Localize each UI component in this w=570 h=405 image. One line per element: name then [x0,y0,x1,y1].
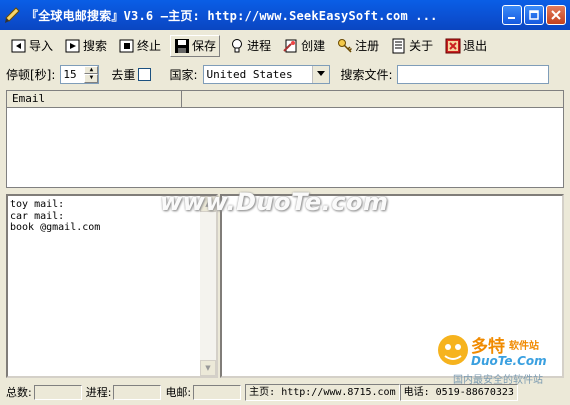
register-label: 注册 [355,39,380,53]
search-file-label: 搜索文件: [340,67,393,82]
search-label: 搜索 [83,39,108,53]
keywords-scrollbar[interactable]: ▲ ▼ [200,196,216,376]
total-label: 总数: [6,386,32,399]
key-icon [338,38,353,53]
phone-text: 电话: 0519-88670323 [399,383,518,401]
progress-label: 进程: [85,386,112,399]
search-button[interactable]: 搜索 [62,35,110,57]
pause-label: 停顿[秒]: [6,67,56,82]
close-icon [551,10,561,20]
register-button[interactable]: 注册 [334,35,382,57]
import-label: 导入 [29,39,54,53]
dedupe-label: 去重 [111,67,136,82]
total-value [33,384,82,400]
maximize-button[interactable] [524,5,544,25]
title-bar[interactable]: 『全球电邮搜索』V3.6 —主页: http://www.SeekEasySof… [0,0,570,30]
logo-en: DuoTe.Com [471,354,547,368]
save-label: 保存 [192,39,217,53]
app-window: 『全球电邮搜索』V3.6 —主页: http://www.SeekEasySof… [0,0,570,405]
country-value: United States [206,67,293,81]
import-icon [11,39,26,52]
spin-up-icon[interactable]: ▲ [84,65,99,74]
duote-mascot-icon [438,335,468,365]
minimize-button[interactable] [502,5,522,25]
country-select[interactable]: United States [203,64,331,84]
process-label: 进程 [247,39,272,53]
create-icon [283,39,297,52]
status-bar: 总数: 进程: 电邮: 主页: http://www.8715.com 电话: … [0,382,570,402]
about-button[interactable]: 关于 [388,35,436,57]
column-header-email[interactable]: Email [7,91,182,107]
options-bar: 停顿[秒]: 15 ▲ ▼ 去重 国家: United States 搜索文件: [0,62,570,86]
about-label: 关于 [409,39,434,53]
save-button[interactable]: 保存 [170,34,221,57]
duote-logo: 多特 软件站 DuoTe.Com 国内最安全的软件站 [433,330,558,386]
progress-value [113,384,162,400]
process-button[interactable]: 进程 [226,35,274,57]
search-play-icon [65,39,80,52]
create-button[interactable]: 创建 [280,35,328,57]
minimize-icon [508,17,515,19]
stop-button[interactable]: 终止 [116,35,164,57]
process-bulb-icon [232,38,243,52]
email-count-value [193,384,242,400]
import-button[interactable]: 导入 [8,35,56,57]
duote-watermark: www.DuoTe.com [160,188,389,216]
stop-icon [119,39,134,52]
pause-value: 15 [63,67,77,81]
results-header: Email [7,91,563,108]
exit-button[interactable]: 退出 [442,35,490,57]
save-icon [175,38,190,53]
logo-sub: 软件站 [509,341,539,352]
homepage-link[interactable]: 主页: http://www.8715.com [245,383,400,401]
country-label: 国家: [169,67,198,82]
column-header-blank[interactable] [182,91,563,107]
chevron-down-icon[interactable] [312,65,330,83]
stop-label: 终止 [137,39,162,53]
email-label: 电邮: [165,386,192,399]
email-results-list[interactable]: Email [6,90,564,188]
maximize-icon [529,10,539,20]
search-file-input[interactable] [396,64,549,84]
window-title: 『全球电邮搜索』V3.6 —主页: http://www.SeekEasySof… [26,8,438,23]
exit-label: 退出 [463,39,488,53]
pause-seconds-stepper[interactable]: 15 ▲ ▼ [60,64,100,84]
exit-icon [445,38,461,53]
app-icon [4,6,22,24]
create-label: 创建 [301,39,326,53]
scroll-down-icon[interactable]: ▼ [200,360,216,376]
toolbar: 导入 搜索 终止 保存 进程 创建 注册 关于 退出 [0,32,570,59]
close-button[interactable] [546,5,566,25]
dedupe-checkbox[interactable] [138,67,152,81]
about-icon [392,38,405,53]
keywords-textarea[interactable]: toy mail: car mail: book @gmail.com ▲ ▼ [6,194,218,378]
keyword-line: book @gmail.com [10,222,101,233]
spin-down-icon[interactable]: ▼ [84,74,99,83]
